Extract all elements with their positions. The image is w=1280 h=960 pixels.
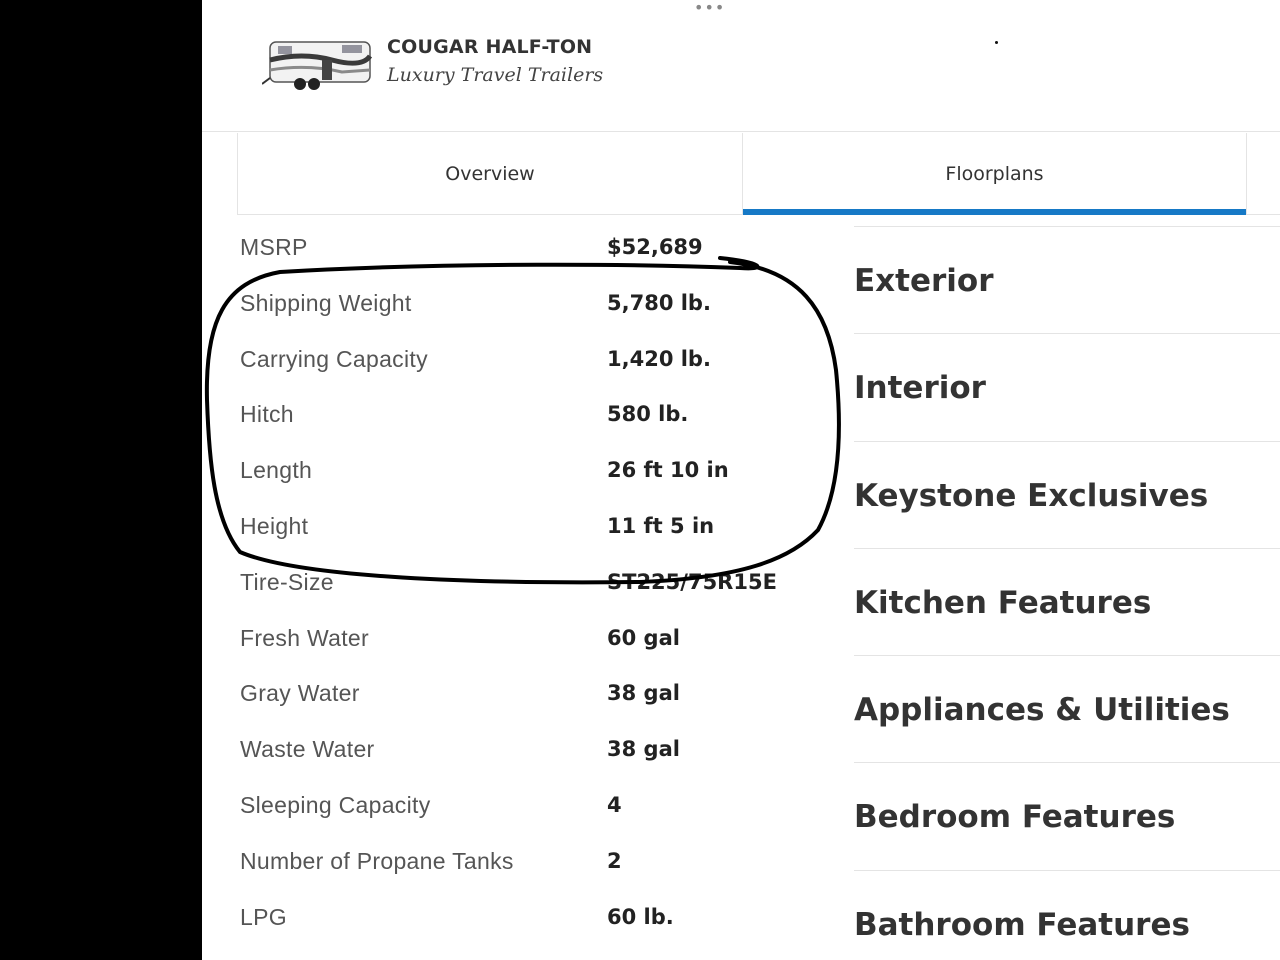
spec-label: Shipping Weight	[240, 289, 412, 316]
feature-label: Exterior	[854, 263, 994, 299]
web-page: ••• COUGAR HALF-TON Luxury Travel Traile…	[202, 0, 1280, 960]
tab-overview[interactable]: Overview	[237, 133, 742, 215]
feature-bedroom[interactable]: Bedroom Features	[854, 763, 1280, 871]
spec-value: 4	[607, 792, 622, 817]
screen-left-bezel	[0, 0, 202, 960]
spec-row-sleeping-capacity: Sleeping Capacity 4	[240, 780, 820, 836]
spec-row-propane-tanks: Number of Propane Tanks 2	[240, 836, 820, 892]
spec-label: Waste Water	[240, 736, 375, 763]
spec-value: 2	[607, 848, 622, 873]
feature-keystone-exclusives[interactable]: Keystone Exclusives	[854, 442, 1280, 549]
spec-label: MSRP	[240, 234, 308, 260]
spec-row-msrp: MSRP $52,689	[240, 222, 820, 278]
feature-label: Interior	[854, 370, 986, 407]
spec-value: 5,780 lb.	[607, 290, 711, 315]
spec-label: Number of Propane Tanks	[240, 847, 514, 874]
spec-row-hitch: Hitch 580 lb.	[240, 389, 820, 445]
brand-name: COUGAR HALF-TON	[387, 36, 593, 58]
feature-interior[interactable]: Interior	[854, 334, 1280, 442]
spec-label: Hitch	[240, 401, 294, 428]
spec-value: 60 gal	[607, 625, 680, 650]
spec-label: Carrying Capacity	[240, 345, 428, 372]
spec-label: LPG	[240, 903, 287, 930]
brand-tagline: Luxury Travel Trailers	[387, 64, 604, 86]
spec-label: Tire-Size	[240, 568, 334, 595]
spec-row-lpg: LPG 60 lb.	[240, 892, 820, 948]
feature-bathroom[interactable]: Bathroom Features	[854, 871, 1280, 960]
spec-value: 38 gal	[607, 681, 680, 706]
spec-label: Length	[240, 457, 313, 484]
specs-table: MSRP $52,689 Shipping Weight 5,780 lb. C…	[240, 222, 820, 947]
feature-label: Keystone Exclusives	[854, 477, 1209, 514]
spec-row-fresh-water: Fresh Water 60 gal	[240, 613, 820, 669]
travel-trailer-image	[262, 41, 373, 90]
spec-value: $52,689	[607, 235, 703, 259]
feature-label: Bedroom Features	[854, 799, 1176, 836]
spec-value: 38 gal	[607, 737, 680, 762]
spec-row-shipping-weight: Shipping Weight 5,780 lb.	[240, 278, 820, 334]
feature-label: Kitchen Features	[854, 584, 1152, 621]
spec-label: Gray Water	[240, 680, 360, 707]
spec-row-height: Height 11 ft 5 in	[240, 501, 820, 557]
spec-value: 11 ft 5 in	[607, 513, 715, 538]
spec-label: Sleeping Capacity	[240, 791, 431, 818]
spec-value: 60 lb.	[607, 904, 674, 929]
spec-value: 580 lb.	[607, 402, 689, 427]
spec-value: ST225/75R15E	[607, 569, 777, 594]
spec-value: 1,420 lb.	[607, 346, 711, 371]
feature-exterior[interactable]: Exterior	[854, 227, 1280, 335]
features-accordion: Exterior Interior Keystone Exclusives Ki…	[854, 227, 1280, 960]
spec-row-waste-water: Waste Water 38 gal	[240, 724, 820, 780]
tab-floorplans[interactable]: Floorplans	[742, 133, 1247, 215]
brand-header: COUGAR HALF-TON Luxury Travel Trailers	[202, 0, 1280, 132]
spec-row-tire-size: Tire-Size ST225/75R15E	[240, 557, 820, 613]
feature-label: Appliances & Utilities	[854, 692, 1230, 729]
spec-value: 26 ft 10 in	[607, 458, 729, 483]
spec-row-gray-water: Gray Water 38 gal	[240, 668, 820, 724]
feature-label: Bathroom Features	[854, 906, 1190, 943]
feature-appliances-utilities[interactable]: Appliances & Utilities	[854, 656, 1280, 764]
tab-bar: Overview Floorplans	[237, 133, 1280, 215]
spec-row-carrying-capacity: Carrying Capacity 1,420 lb.	[240, 334, 820, 390]
spec-label: Fresh Water	[240, 624, 369, 651]
feature-kitchen[interactable]: Kitchen Features	[854, 549, 1280, 657]
spec-row-length: Length 26 ft 10 in	[240, 445, 820, 501]
spec-label: Height	[240, 512, 309, 539]
